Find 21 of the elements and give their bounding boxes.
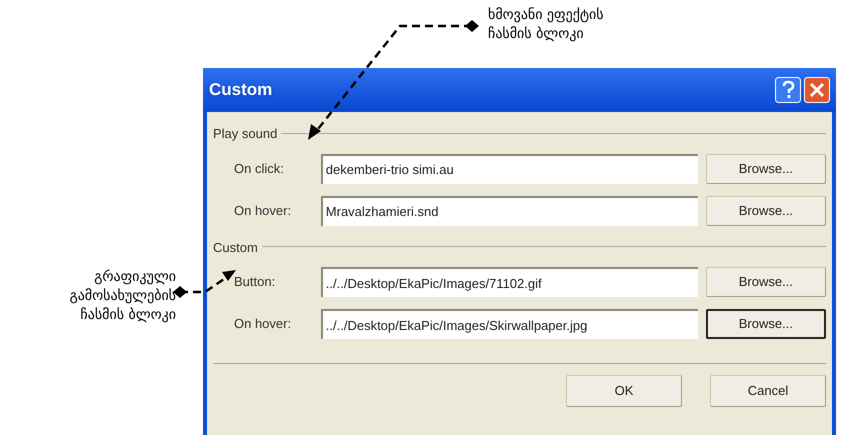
browse-button[interactable]: Browse... — [706, 154, 826, 184]
field-label: On hover: — [233, 315, 292, 334]
close-icon[interactable] — [804, 77, 830, 103]
input-field[interactable]: ../../Desktop/EkaPic/Images/71102.gif — [320, 267, 698, 297]
group-label: Custom — [213, 238, 258, 256]
browse-button[interactable]: Browse... — [706, 267, 826, 297]
browse-button[interactable]: Browse... — [706, 196, 826, 226]
field-label: On click: — [233, 160, 285, 178]
field-label: Button: — [233, 273, 276, 292]
browse-button[interactable]: Browse... — [706, 309, 826, 339]
window-title: Custom — [209, 79, 272, 102]
help-icon[interactable] — [775, 77, 801, 103]
input-field[interactable]: dekemberi-trio simi.au — [320, 154, 698, 184]
annotation-text: გრაფიკული გამოსახულების ჩასმის ბლოკი — [70, 268, 176, 325]
field-label: On hover: — [233, 202, 292, 220]
input-field[interactable]: Mravalzhamieri.snd — [320, 196, 698, 226]
group-label: Play sound — [213, 125, 278, 143]
input-field[interactable]: ../../Desktop/EkaPic/Images/Skirwallpaper.jpg — [320, 309, 698, 339]
dialog-button[interactable]: Cancel — [710, 375, 826, 407]
dialog-button[interactable]: OK — [566, 375, 682, 407]
annotation-text: ხმოვანი ეფექტის ჩასმის ბლოკი — [488, 6, 604, 44]
